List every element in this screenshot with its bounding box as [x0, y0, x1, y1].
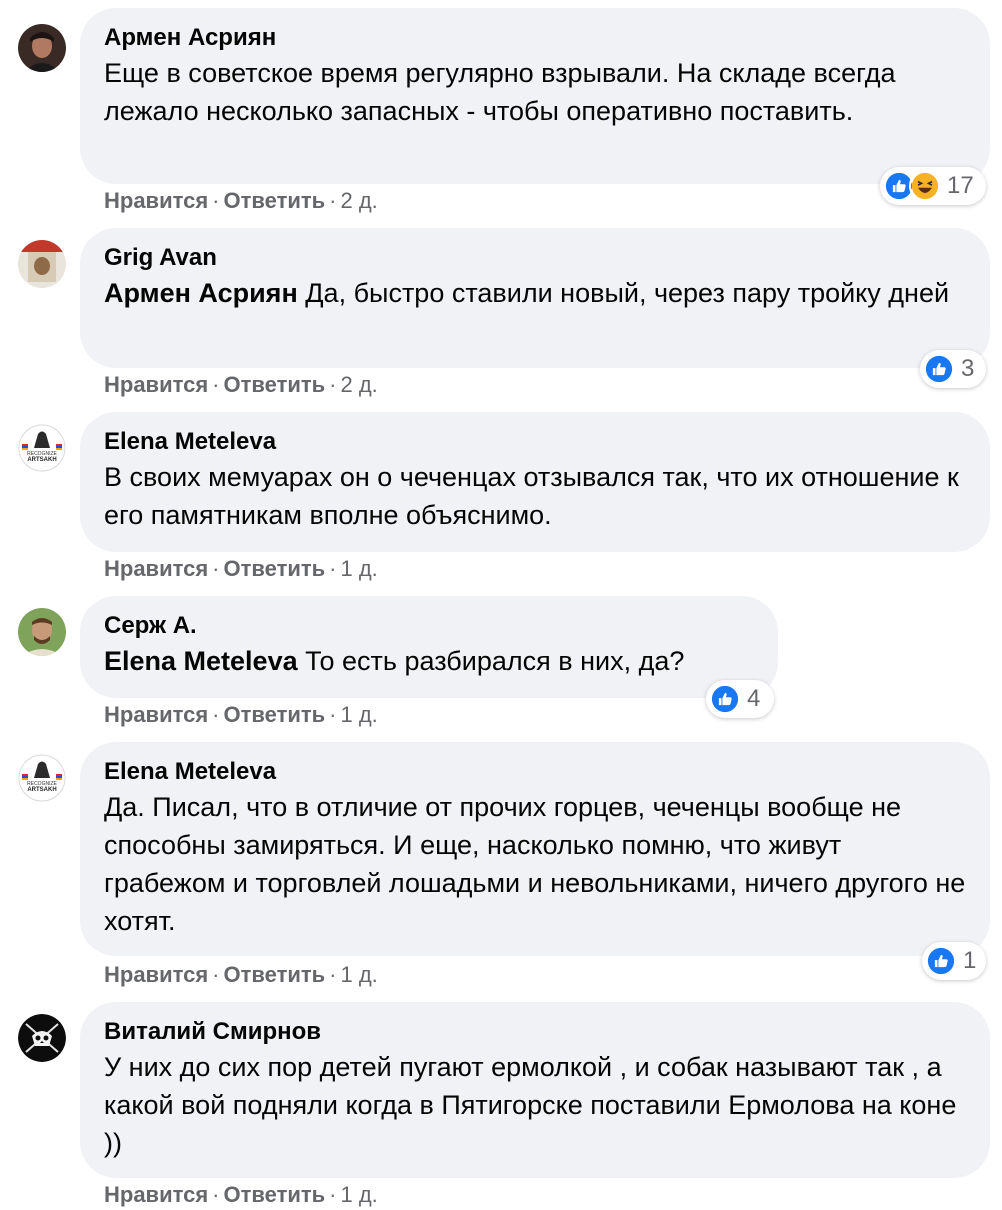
comment-timestamp[interactable]: 1 д.: [341, 556, 378, 581]
comment-actions: Нравится · Ответить · 1 д.: [104, 554, 378, 584]
comment-actions: Нравится · Ответить · 2 д.: [104, 186, 378, 216]
logo-caption-bottom: ARTSAKH: [27, 457, 56, 463]
mention-link[interactable]: Армен Асриян: [104, 278, 298, 308]
reaction-summary[interactable]: 1: [922, 942, 986, 980]
separator: ·: [329, 372, 337, 397]
comment-actions: Нравится · Ответить · 1 д.: [104, 700, 378, 730]
comment-actions: Нравится · Ответить · 2 д.: [104, 370, 378, 400]
separator: ·: [329, 962, 337, 987]
separator: ·: [329, 1182, 337, 1207]
separator: ·: [329, 556, 337, 581]
profile-photo-icon: [18, 608, 66, 656]
comment-author[interactable]: Армен Асриян: [104, 22, 966, 54]
comment-body: То есть разбирался в них, да?: [305, 646, 685, 676]
reaction-summary[interactable]: 3: [920, 350, 986, 388]
avatar[interactable]: [18, 240, 66, 288]
separator: ·: [212, 702, 220, 727]
skull-emblem-icon: [18, 1014, 66, 1062]
comment-timestamp[interactable]: 2 д.: [341, 372, 378, 397]
like-button[interactable]: Нравится: [104, 372, 208, 397]
separator: ·: [329, 188, 337, 213]
comment-timestamp[interactable]: 1 д.: [341, 962, 378, 987]
comment-timestamp[interactable]: 1 д.: [341, 1182, 378, 1207]
comment-bubble: Серж А. Elena Meteleva То есть разбиралс…: [80, 596, 778, 698]
haha-icon: [909, 170, 941, 202]
comment-text: Еще в советское время регулярно взрывали…: [104, 58, 896, 126]
reaction-summary[interactable]: 4: [706, 680, 774, 718]
comment-author[interactable]: Grig Avan: [104, 242, 966, 274]
comment-bubble: Elena Meteleva Да. Писал, что в отличие …: [80, 742, 990, 956]
comment-bubble: Grig Avan Армен Асриян Да, быстро ставил…: [80, 228, 990, 368]
avatar[interactable]: RECOGNIZE ARTSAKH: [18, 424, 66, 472]
separator: ·: [212, 372, 220, 397]
avatar[interactable]: [18, 24, 66, 72]
comment-text: Да. Писал, что в отличие от прочих горце…: [104, 792, 966, 936]
like-icon: [925, 945, 957, 977]
comment-bubble: Elena Meteleva В своих мемуарах он о чеч…: [80, 412, 990, 552]
comment-text: В своих мемуарах он о чеченцах отзывался…: [104, 462, 959, 530]
reply-button[interactable]: Ответить: [224, 1182, 326, 1207]
comment-author[interactable]: Серж А.: [104, 610, 754, 642]
separator: ·: [212, 962, 220, 987]
recognize-artsakh-logo-icon: RECOGNIZE ARTSAKH: [18, 754, 66, 802]
comment-bubble: Виталий Смирнов У них до сих пор детей п…: [80, 1002, 990, 1178]
recognize-artsakh-logo-icon: RECOGNIZE ARTSAKH: [18, 424, 66, 472]
comment-author[interactable]: Виталий Смирнов: [104, 1016, 966, 1048]
comment-author[interactable]: Elena Meteleva: [104, 756, 966, 788]
like-icon: [709, 683, 741, 715]
reaction-count: 4: [747, 685, 761, 712]
separator: ·: [212, 188, 220, 213]
comment-timestamp[interactable]: 1 д.: [341, 702, 378, 727]
comment-text: Армен Асриян Да, быстро ставили новый, ч…: [104, 274, 966, 312]
comment-text: Elena Meteleva То есть разбирался в них,…: [104, 642, 754, 680]
like-button[interactable]: Нравится: [104, 702, 208, 727]
logo-caption-bottom: ARTSAKH: [27, 787, 56, 793]
like-button[interactable]: Нравится: [104, 962, 208, 987]
comment-actions: Нравится · Ответить · 1 д.: [104, 960, 378, 990]
reaction-count: 1: [963, 947, 977, 974]
like-icon: [923, 353, 955, 385]
separator: ·: [212, 556, 220, 581]
separator: ·: [212, 1182, 220, 1207]
comment-bubble: Армен Асриян Еще в советское время регул…: [80, 8, 990, 184]
avatar[interactable]: [18, 608, 66, 656]
reply-button[interactable]: Ответить: [224, 372, 326, 397]
reaction-summary[interactable]: 17: [880, 167, 986, 205]
comment-author[interactable]: Elena Meteleva: [104, 426, 966, 458]
avatar[interactable]: RECOGNIZE ARTSAKH: [18, 754, 66, 802]
reply-button[interactable]: Ответить: [224, 962, 326, 987]
like-button[interactable]: Нравится: [104, 1182, 208, 1207]
like-button[interactable]: Нравится: [104, 556, 208, 581]
profile-photo-icon: [18, 240, 66, 288]
reaction-count: 17: [947, 172, 974, 199]
comment-text: У них до сих пор детей пугают ермолкой ,…: [104, 1052, 957, 1158]
comment-timestamp[interactable]: 2 д.: [341, 188, 378, 213]
reply-button[interactable]: Ответить: [224, 702, 326, 727]
comment-actions: Нравится · Ответить · 1 д.: [104, 1180, 378, 1210]
reply-button[interactable]: Ответить: [224, 188, 326, 213]
reply-button[interactable]: Ответить: [224, 556, 326, 581]
like-button[interactable]: Нравится: [104, 188, 208, 213]
avatar[interactable]: [18, 1014, 66, 1062]
comment-body: Да, быстро ставили новый, через пару тро…: [305, 278, 950, 308]
separator: ·: [329, 702, 337, 727]
mention-link[interactable]: Elena Meteleva: [104, 646, 298, 676]
reaction-count: 3: [961, 355, 975, 382]
profile-photo-icon: [18, 24, 66, 72]
